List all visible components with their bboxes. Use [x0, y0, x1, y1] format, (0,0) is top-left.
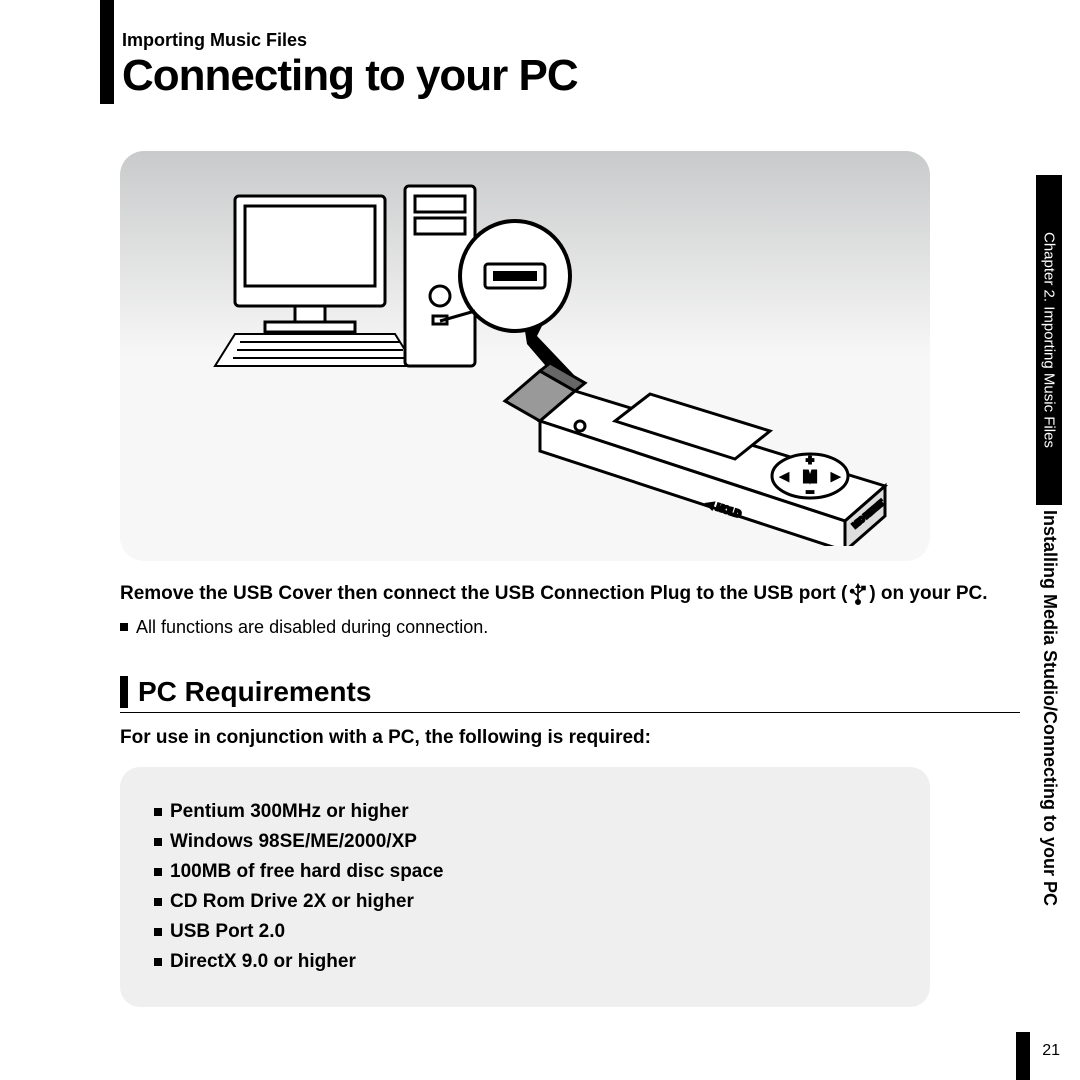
page-title: Connecting to your PC [122, 51, 1020, 101]
breadcrumb: Importing Music Files [122, 30, 1020, 51]
pc-requirements-section: PC Requirements For use in conjunction w… [120, 676, 1020, 1007]
page-marker-bottom [1016, 1032, 1030, 1080]
svg-text:−: − [806, 485, 813, 499]
svg-text:◄: ◄ [780, 472, 790, 483]
section-intro: For use in conjunction with a PC, the fo… [120, 727, 1020, 749]
square-bullet-icon [154, 808, 162, 816]
connection-diagram: M + − ◄ ► ◄ HOLD MIC RESET [120, 151, 930, 561]
section-heading: PC Requirements [120, 676, 1020, 713]
req-text: Pentium 300MHz or higher [170, 801, 409, 823]
list-item: USB Port 2.0 [154, 921, 896, 943]
usb-icon [849, 582, 867, 606]
svg-text:►: ► [830, 472, 840, 483]
square-bullet-icon [154, 958, 162, 966]
chapter-tab-label: Chapter 2. Importing Music Files [1041, 232, 1058, 448]
diagram-svg: M + − ◄ ► ◄ HOLD MIC RESET [145, 166, 905, 546]
page-header: Importing Music Files Connecting to your… [80, 30, 1020, 101]
note-text: All functions are disabled during connec… [136, 617, 488, 638]
note-line: All functions are disabled during connec… [120, 617, 1020, 638]
instruction-text: Remove the USB Cover then connect the US… [120, 581, 1020, 607]
square-bullet-icon [154, 928, 162, 936]
list-item: DirectX 9.0 or higher [154, 951, 896, 973]
square-bullet-icon [120, 623, 128, 631]
requirements-box: Pentium 300MHz or higher Windows 98SE/ME… [120, 767, 930, 1007]
req-text: Windows 98SE/ME/2000/XP [170, 831, 417, 853]
instruction-post: ) on your PC. [869, 581, 987, 607]
chapter-tab: Chapter 2. Importing Music Files [1036, 175, 1062, 505]
square-bullet-icon [154, 898, 162, 906]
svg-text:+: + [806, 453, 813, 467]
section-title: PC Requirements [138, 676, 371, 708]
list-item: Windows 98SE/ME/2000/XP [154, 831, 896, 853]
list-item: 100MB of free hard disc space [154, 861, 896, 883]
list-item: CD Rom Drive 2X or higher [154, 891, 896, 913]
header-accent-bar [100, 32, 114, 104]
square-bullet-icon [154, 838, 162, 846]
svg-text:M: M [803, 469, 816, 486]
page-number: 21 [1042, 1042, 1060, 1060]
side-trail: Installing Media Studio/Connecting to yo… [1039, 510, 1060, 970]
req-text: USB Port 2.0 [170, 921, 285, 943]
req-text: DirectX 9.0 or higher [170, 951, 356, 973]
list-item: Pentium 300MHz or higher [154, 801, 896, 823]
instruction-pre: Remove the USB Cover then connect the US… [120, 581, 847, 607]
square-bullet-icon [154, 868, 162, 876]
req-text: 100MB of free hard disc space [170, 861, 444, 883]
section-accent-bar [120, 676, 128, 708]
req-text: CD Rom Drive 2X or higher [170, 891, 414, 913]
